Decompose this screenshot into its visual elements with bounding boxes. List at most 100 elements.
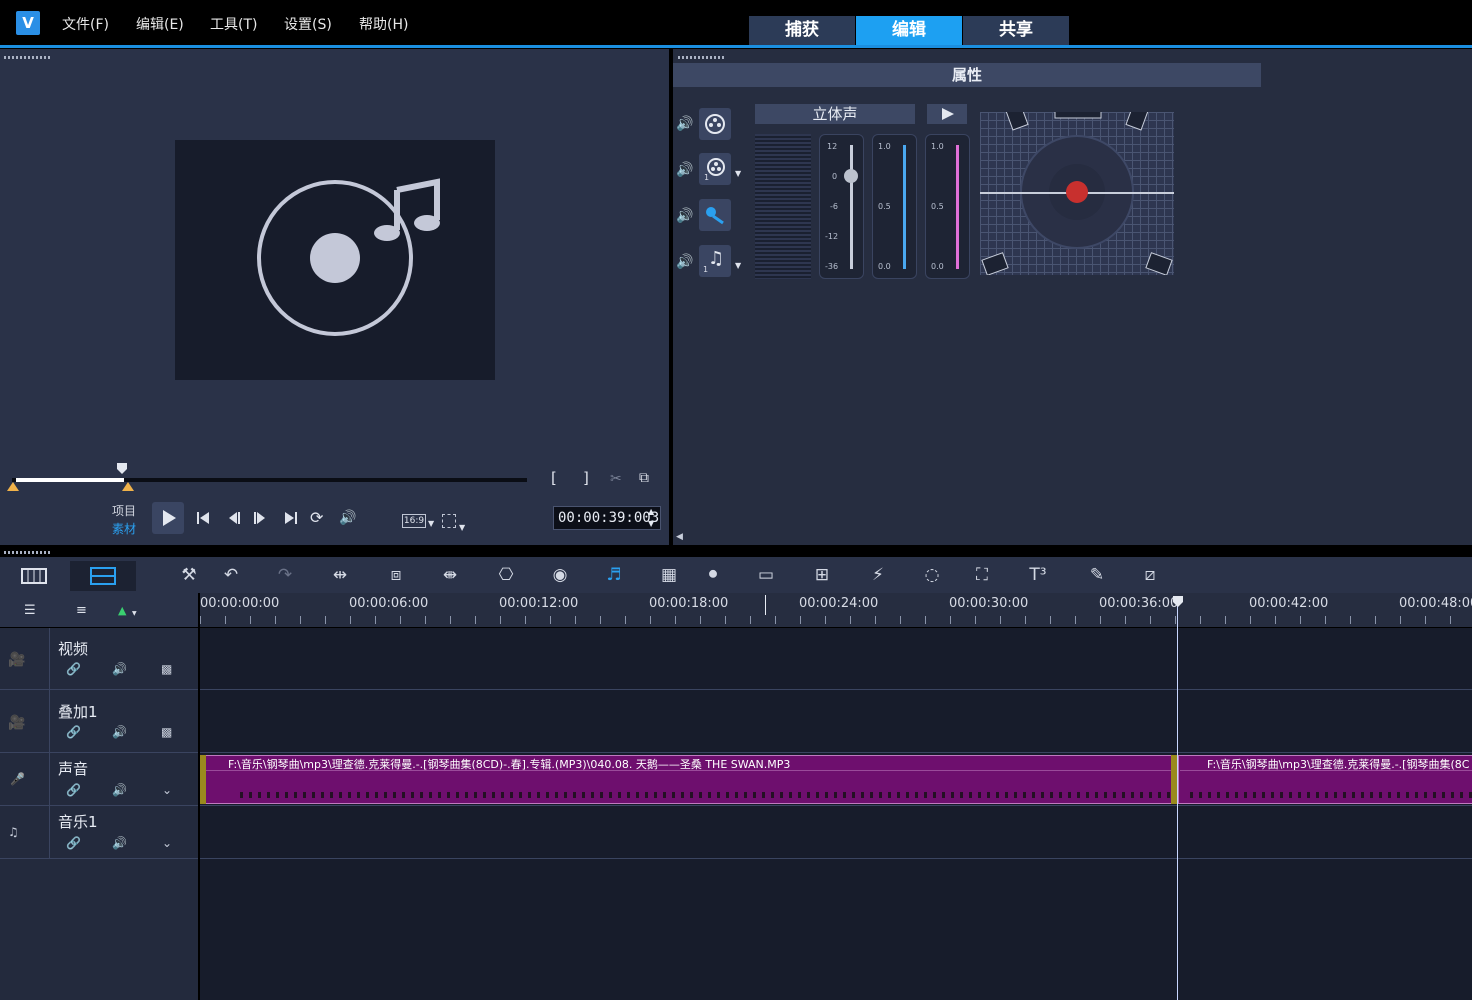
enlarge-preview-icon[interactable]: ⧉	[639, 470, 649, 486]
menu-tools[interactable]: 工具(T)	[210, 14, 257, 34]
split-clip-icon[interactable]: ⎔	[493, 563, 519, 587]
level-meter	[755, 134, 811, 279]
tab-share[interactable]: 共享	[963, 16, 1069, 45]
aspect-ratio-button[interactable]: 16:9	[402, 514, 426, 528]
scissors-icon[interactable]: ✂	[610, 471, 622, 487]
subtitle-editor-icon[interactable]: ▭	[753, 563, 779, 587]
undo-icon[interactable]: ↶	[218, 563, 244, 587]
collapse-panel-icon[interactable]: ◀	[676, 532, 683, 542]
video-editor-icon[interactable]: ⧄	[1137, 563, 1163, 587]
playhead-handle[interactable]	[1171, 595, 1185, 609]
music-volume-icon[interactable]: 🔊	[676, 254, 693, 270]
sound-mixer-icon[interactable]: ♬	[601, 563, 627, 587]
record-capture-icon[interactable]: ◉	[547, 563, 573, 587]
add-track-icon[interactable]: ≡	[76, 603, 87, 619]
motion-icon[interactable]: ⚫	[700, 563, 726, 587]
split-screen-icon[interactable]: ⊞	[809, 563, 835, 587]
mark-in-button[interactable]: [	[551, 470, 557, 486]
overlay-source-button[interactable]: 1	[699, 153, 731, 185]
mask-creator-icon[interactable]: ◌	[919, 563, 945, 587]
fade-out-meter[interactable]: 1.0 0.5 0.0	[925, 134, 970, 279]
surround-panner[interactable]	[980, 97, 1174, 276]
tools-icon[interactable]: ⚒	[176, 563, 202, 587]
music-dropdown-icon[interactable]: ▼	[735, 258, 741, 274]
overlay-volume-icon[interactable]: 🔊	[676, 162, 693, 178]
menu-file[interactable]: 文件(F)	[62, 14, 109, 34]
track-manager-icon[interactable]: ☰	[24, 603, 36, 619]
track-volume-icon[interactable]: 🔊	[112, 725, 127, 739]
go-to-end-icon[interactable]	[283, 510, 299, 526]
redo-icon[interactable]: ↷	[272, 563, 298, 587]
microphone-icon	[706, 207, 724, 225]
scrub-thumb[interactable]	[115, 462, 129, 476]
playhead[interactable]	[1177, 597, 1178, 1000]
volume-icon[interactable]: 🔊	[339, 510, 356, 526]
track-divider	[0, 858, 1472, 859]
track-volume-icon[interactable]: 🔊	[112, 662, 127, 676]
track-divider	[0, 752, 1472, 753]
audio-waveform	[1190, 792, 1472, 798]
smart-render-icon[interactable]: ✎	[1084, 563, 1110, 587]
crop-icon[interactable]	[442, 514, 456, 528]
video-volume-icon[interactable]: 🔊	[676, 116, 693, 132]
zoom-fit-icon[interactable]: ⧈	[383, 563, 409, 587]
marker-dropdown-icon[interactable]: ▼	[132, 606, 137, 622]
link-icon[interactable]: 🔗	[66, 725, 81, 739]
timecode-display[interactable]: 00:00:39:003	[553, 506, 661, 530]
slider-thumb[interactable]	[844, 169, 858, 183]
mark-out-button[interactable]: ]	[583, 470, 589, 486]
track-volume-icon[interactable]: 🔊	[112, 783, 127, 797]
mixer-play-button[interactable]	[927, 104, 967, 124]
clip-mode-label[interactable]: 素材	[112, 520, 136, 537]
link-icon[interactable]: 🔗	[66, 783, 81, 797]
chapter-marker-icon[interactable]: ▲	[118, 603, 126, 619]
video-source-button[interactable]	[699, 108, 731, 140]
storyboard-view-icon[interactable]	[21, 566, 47, 586]
timeline-view-icon	[90, 567, 116, 585]
repeat-icon[interactable]: ⟳	[310, 510, 323, 526]
play-button[interactable]	[152, 502, 184, 534]
link-icon[interactable]: 🔗	[66, 662, 81, 676]
tab-edit[interactable]: 编辑	[856, 16, 962, 45]
pan-zoom-icon[interactable]: ⛶	[969, 563, 995, 587]
mark-out-handle[interactable]	[121, 480, 135, 492]
voice-volume-icon[interactable]: 🔊	[676, 208, 693, 224]
aspect-dropdown-icon[interactable]: ▼	[428, 516, 434, 532]
overlay-dropdown-icon[interactable]: ▼	[735, 166, 741, 182]
ripple-toggle-icon[interactable]: ⌄	[162, 836, 172, 850]
timecode-stepper[interactable]: ▲ ▼	[648, 506, 654, 530]
splitter[interactable]	[0, 545, 1472, 557]
stereo-mode-label[interactable]: 立体声	[755, 104, 915, 124]
music-source-button[interactable]: ♫ 1	[699, 245, 731, 277]
volume-slider[interactable]: 12 0 -6 -12 -36	[819, 134, 864, 279]
multi-camera-icon[interactable]: ▦	[656, 563, 682, 587]
crop-dropdown-icon[interactable]: ▼	[459, 520, 465, 536]
mark-in-handle[interactable]	[6, 480, 20, 492]
fade-in-meter[interactable]: 1.0 0.5 0.0	[872, 134, 917, 279]
ripple-toggle-icon[interactable]: ⌄	[162, 783, 172, 797]
next-frame-icon[interactable]	[252, 510, 268, 526]
track-volume-icon[interactable]: 🔊	[112, 836, 127, 850]
music-track-icon: ♫	[8, 825, 19, 839]
panel-grip[interactable]	[4, 551, 50, 554]
ripple-edit-icon[interactable]: ⇼	[437, 563, 463, 587]
fit-timeline-icon[interactable]: ⇹	[327, 563, 353, 587]
track-visibility-icon[interactable]: ▩	[161, 662, 172, 676]
clip-trim-handle[interactable]	[200, 755, 206, 804]
tab-capture[interactable]: 捕获	[749, 16, 855, 45]
link-icon[interactable]: 🔗	[66, 836, 81, 850]
menu-settings[interactable]: 设置(S)	[284, 14, 332, 34]
3d-title-icon[interactable]: T³	[1023, 563, 1053, 587]
menu-help[interactable]: 帮助(H)	[359, 14, 408, 34]
go-to-start-icon[interactable]	[195, 510, 211, 526]
panel-grip[interactable]	[4, 56, 50, 59]
voice-source-button[interactable]	[699, 199, 731, 231]
slider-track	[850, 145, 853, 269]
time-remapping-icon[interactable]: ⚡	[865, 563, 891, 587]
previous-frame-icon[interactable]	[226, 510, 242, 526]
track-area[interactable]	[200, 628, 1472, 1000]
panel-grip[interactable]	[678, 56, 724, 59]
project-mode-label[interactable]: 项目	[112, 502, 136, 519]
menu-edit[interactable]: 编辑(E)	[136, 14, 184, 34]
track-visibility-icon[interactable]: ▩	[161, 725, 172, 739]
